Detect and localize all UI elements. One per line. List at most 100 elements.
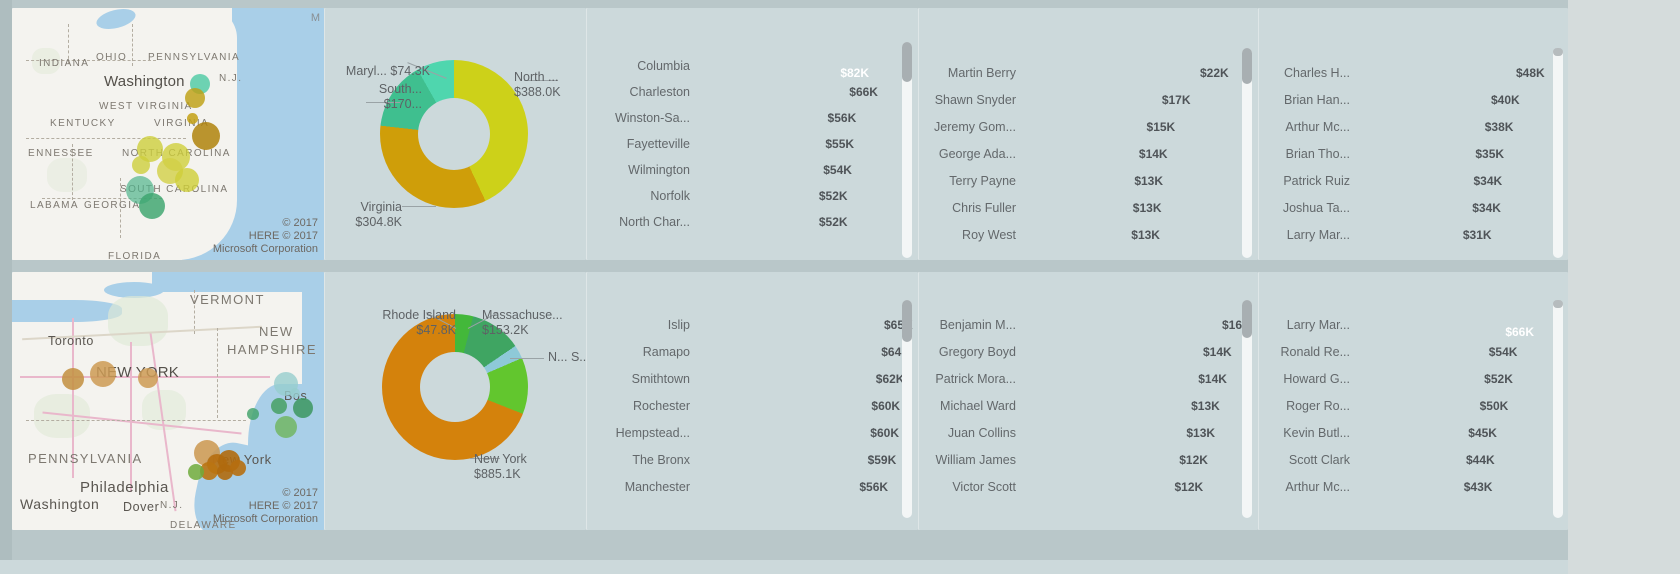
- donut-label-maryland: Maryl... $74.3K: [345, 64, 430, 78]
- bar-row[interactable]: Manchester $56K: [592, 476, 888, 497]
- bar-track: $65K: [699, 318, 913, 332]
- bar-row[interactable]: Hempstead... $60K: [592, 422, 899, 443]
- bar-row[interactable]: Wilmington $54K: [592, 160, 874, 180]
- bar-row[interactable]: Arthur Mc... $38K: [1272, 116, 1542, 137]
- bar-row[interactable]: Larry Mar... $31K: [1272, 224, 1542, 245]
- map-bubble[interactable]: [132, 156, 150, 174]
- bar-value-label: $34K: [1473, 173, 1503, 188]
- bar-row[interactable]: Jeremy Gom... $15K: [932, 116, 1222, 137]
- rep-bar-visual-southeast[interactable]: Martin Berry $22K Shawn Snyder $17K Jeremy G…: [918, 8, 1258, 260]
- bar-row[interactable]: Chris Fuller $13K: [932, 197, 1222, 218]
- map-visual-southeast[interactable]: INDIANA OHIO PENNSYLVANIA N.J. Washingto…: [12, 8, 324, 260]
- map-bubble[interactable]: [230, 460, 246, 476]
- rep-bar-chart[interactable]: Martin Berry $22K Shawn Snyder $17K Jeremy G…: [918, 8, 1258, 260]
- map-bubble[interactable]: [188, 464, 204, 480]
- bar-row[interactable]: Brian Tho... $35K: [1272, 143, 1542, 164]
- city-bar-visual-southeast[interactable]: Columbia $82K Charleston $66K Winston-Sa... $…: [586, 8, 918, 260]
- bar-row[interactable]: Martin Berry $22K: [932, 62, 1229, 83]
- bar-category-label: Norfolk: [650, 189, 690, 203]
- bar-row[interactable]: George Ada... $14K: [932, 143, 1222, 164]
- bar-category-label: Rochester: [633, 398, 690, 413]
- map-bubble[interactable]: [271, 398, 287, 414]
- bar-row[interactable]: Scott Clark $44K: [1272, 449, 1542, 470]
- map-bubble[interactable]: [192, 122, 220, 150]
- bar-row[interactable]: Ramapo $64K: [592, 341, 910, 362]
- map-bubble[interactable]: [293, 398, 313, 418]
- bar-row[interactable]: Patrick Ruiz $34K: [1272, 170, 1542, 191]
- map-bubble[interactable]: [275, 416, 297, 438]
- bar-row[interactable]: Larry Mar... $66K: [1272, 314, 1542, 339]
- bar-row[interactable]: Victor Scott $12K: [932, 476, 1222, 497]
- bar-row[interactable]: Terry Payne $13K: [932, 170, 1222, 191]
- bar-row[interactable]: William James $12K: [932, 449, 1222, 470]
- scrollbar-thumb[interactable]: [902, 300, 912, 342]
- bar-row[interactable]: Fayetteville $55K: [592, 134, 874, 154]
- manager-bar-chart[interactable]: Larry Mar... $66K Ronald Re... $54K Howard G…: [1258, 272, 1568, 530]
- manager-bar-visual-southeast[interactable]: Charles H... $48K Brian Han... $40K Arthur M…: [1258, 8, 1568, 260]
- map-bubble[interactable]: [139, 193, 165, 219]
- bar-track: $60K: [699, 399, 900, 413]
- donut-visual-southeast[interactable]: Maryl... $74.3K South... $170... North .…: [324, 8, 586, 260]
- map-bubble[interactable]: [175, 168, 199, 192]
- scrollbar-track[interactable]: [1242, 48, 1252, 258]
- bar-row[interactable]: Patrick Mora... $14K: [932, 368, 1227, 389]
- bar-row[interactable]: Gregory Boyd $14K: [932, 341, 1232, 362]
- map-bubble[interactable]: [62, 368, 84, 390]
- donut-visual-northeast[interactable]: Rhode Island $47.8K Massachuse... $153.2…: [324, 272, 590, 530]
- rep-bar-chart[interactable]: Benjamin M... $16K Gregory Boyd $14K Patrick…: [918, 272, 1258, 530]
- manager-bar-chart[interactable]: Charles H... $48K Brian Han... $40K Arthur M…: [1258, 8, 1568, 260]
- scrollbar-thumb[interactable]: [902, 42, 912, 82]
- bar-row[interactable]: Charles H... $48K: [1272, 62, 1545, 83]
- scrollbar-thumb[interactable]: [1553, 300, 1563, 308]
- map-visual-northeast[interactable]: VERMONT Toronto NEW HAMPSHIRE NEW YORK B…: [12, 272, 324, 530]
- scrollbar-thumb[interactable]: [1553, 48, 1563, 56]
- bar-row[interactable]: Smithtown $62K: [592, 368, 905, 389]
- map-bubble[interactable]: [247, 408, 259, 420]
- bar-row[interactable]: The Bronx $59K: [592, 449, 896, 470]
- scrollbar-track[interactable]: [1242, 300, 1252, 518]
- bar-row[interactable]: Charleston $66K: [592, 82, 878, 102]
- bar-row[interactable]: Norfolk $52K: [592, 186, 874, 206]
- bar-track: $34K: [1359, 174, 1542, 188]
- bar-row[interactable]: Columbia $82K: [592, 56, 874, 80]
- scrollbar-track[interactable]: [902, 300, 912, 518]
- bar-row[interactable]: Joshua Ta... $34K: [1272, 197, 1542, 218]
- city-bar-chart[interactable]: Islip $65K Ramapo $64K Smithtown $62K Rocheste…: [586, 272, 918, 530]
- bar-row[interactable]: Juan Collins $13K: [932, 422, 1222, 443]
- bar-category-label: Arthur Mc...: [1285, 119, 1350, 134]
- bar-row[interactable]: Brian Han... $40K: [1272, 89, 1542, 110]
- rep-bar-visual-northeast[interactable]: Benjamin M... $16K Gregory Boyd $14K Patrick…: [918, 272, 1258, 530]
- scrollbar-thumb[interactable]: [1242, 48, 1252, 84]
- bar-category-label: Wilmington: [628, 163, 690, 177]
- bar-row[interactable]: Ronald Re... $54K: [1272, 341, 1542, 362]
- bar-row[interactable]: Arthur Mc... $43K: [1272, 476, 1542, 497]
- bar-row[interactable]: Winston-Sa... $56K: [592, 108, 874, 128]
- bar-category-label: Scott Clark: [1288, 452, 1350, 467]
- map-bubble[interactable]: [185, 88, 205, 108]
- bar-row[interactable]: Howard G... $52K: [1272, 368, 1542, 389]
- scrollbar-track[interactable]: [902, 42, 912, 258]
- scrollbar-track[interactable]: [1553, 48, 1563, 258]
- scrollbar-thumb[interactable]: [1242, 300, 1252, 338]
- bar-row[interactable]: Kevin Butl... $45K: [1272, 422, 1542, 443]
- city-bar-visual-northeast[interactable]: Islip $65K Ramapo $64K Smithtown $62K Rocheste…: [586, 272, 918, 530]
- map-bubble[interactable]: [90, 361, 116, 387]
- scrollbar-track[interactable]: [1553, 300, 1563, 518]
- map-bubble[interactable]: [138, 368, 158, 388]
- bar-row[interactable]: Roy West $13K: [932, 224, 1222, 245]
- bar-row[interactable]: Benjamin M... $16K: [932, 314, 1251, 335]
- bar-row[interactable]: Roger Ro... $50K: [1272, 395, 1542, 416]
- bar-row[interactable]: Shawn Snyder $17K: [932, 89, 1222, 110]
- bar-row[interactable]: Islip $65K: [592, 314, 913, 335]
- bar-value-label: $15K: [1146, 119, 1176, 134]
- map-bubble[interactable]: [290, 388, 300, 398]
- bar-track: $14K: [1025, 372, 1227, 386]
- map-bubble[interactable]: [187, 113, 198, 124]
- report-row-1: INDIANA OHIO PENNSYLVANIA N.J. Washingto…: [0, 8, 1568, 260]
- bar-row[interactable]: North Char... $52K: [592, 212, 874, 232]
- city-bar-chart[interactable]: Columbia $82K Charleston $66K Winston-Sa... $…: [586, 8, 918, 260]
- bar-row[interactable]: Rochester $60K: [592, 395, 900, 416]
- bar-row[interactable]: Michael Ward $13K: [932, 395, 1222, 416]
- bar-value-label: $82K: [840, 66, 869, 80]
- manager-bar-visual-northeast[interactable]: Larry Mar... $66K Ronald Re... $54K Howard G…: [1258, 272, 1568, 530]
